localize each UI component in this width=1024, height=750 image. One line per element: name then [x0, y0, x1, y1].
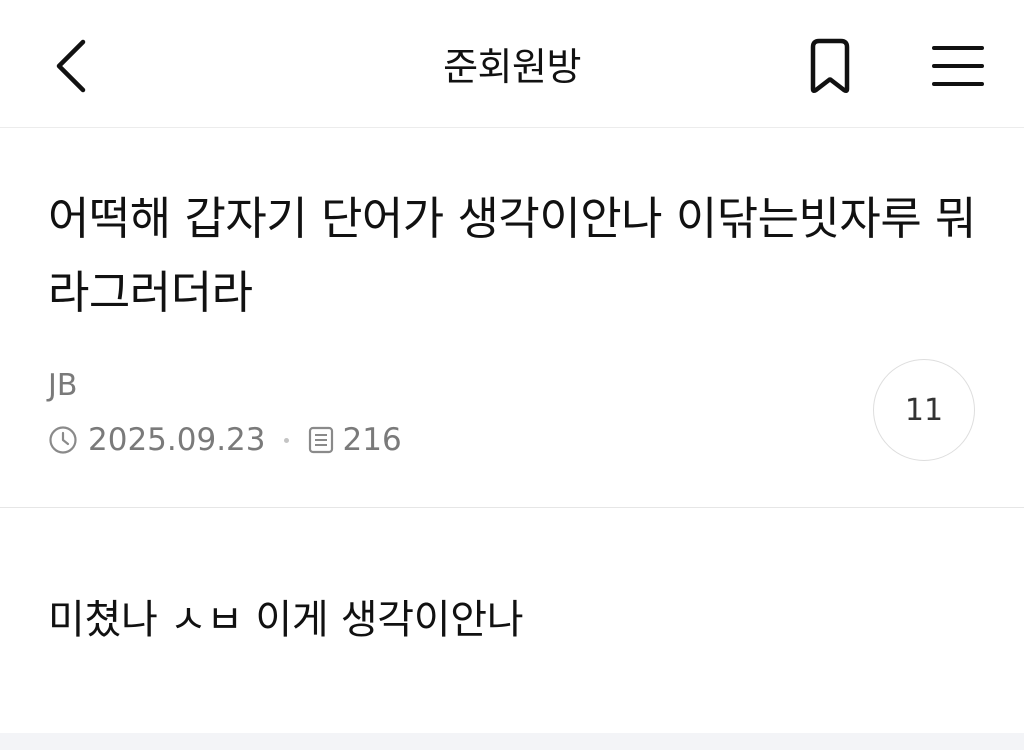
back-button[interactable] — [36, 28, 106, 104]
post-view-page: 준회원방 어떡해 갑자기 단어가 생각이안나 이닦는빗자루 뭐라그러더라 JB … — [0, 0, 1024, 750]
section-separator — [0, 733, 1024, 750]
top-app-bar: 준회원방 — [0, 0, 1024, 128]
post-body: 미쳤나 ㅅㅂ 이게 생각이안나 — [48, 597, 524, 643]
menu-button[interactable] — [918, 28, 998, 104]
divider — [0, 507, 1024, 508]
page-title: 준회원방 — [443, 45, 581, 89]
view-count: 216 — [342, 422, 402, 458]
clock-icon — [48, 425, 78, 455]
view-count-icon — [307, 425, 335, 455]
chevron-left-icon — [56, 39, 86, 93]
comment-count-button[interactable]: 11 — [873, 359, 975, 461]
post-title: 어떡해 갑자기 단어가 생각이안나 이닦는빗자루 뭐라그러더라 — [48, 192, 976, 319]
author-name[interactable]: JB — [48, 368, 77, 403]
bookmark-icon — [810, 38, 850, 94]
hamburger-menu-icon — [932, 46, 984, 86]
separator-dot — [283, 437, 289, 443]
post-meta: 2025.09.23 216 — [48, 418, 402, 462]
bookmark-button[interactable] — [790, 28, 870, 104]
post-date: 2025.09.23 — [88, 422, 266, 458]
comment-count: 11 — [904, 392, 944, 428]
